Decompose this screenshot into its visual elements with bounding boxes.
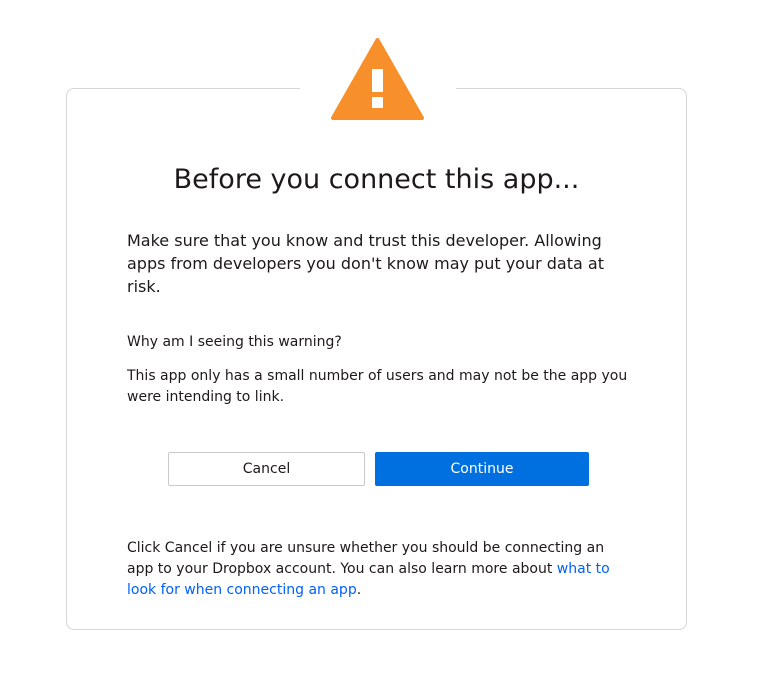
footer-text: Click Cancel if you are unsure whether y… [127, 540, 605, 577]
dialog-title: Before you connect this app... [173, 164, 580, 195]
footer-help-text: Click Cancel if you are unsure whether y… [127, 538, 627, 601]
footer-end: . [356, 582, 362, 598]
warning-icon [331, 38, 424, 120]
cancel-button[interactable]: Cancel [168, 452, 365, 486]
why-explanation: This app only has a small number of user… [127, 368, 628, 405]
warning-lead-text: Make sure that you know and trust this d… [127, 231, 604, 296]
why-heading: Why am I seeing this warning? [127, 334, 342, 350]
continue-button[interactable]: Continue [375, 452, 589, 486]
